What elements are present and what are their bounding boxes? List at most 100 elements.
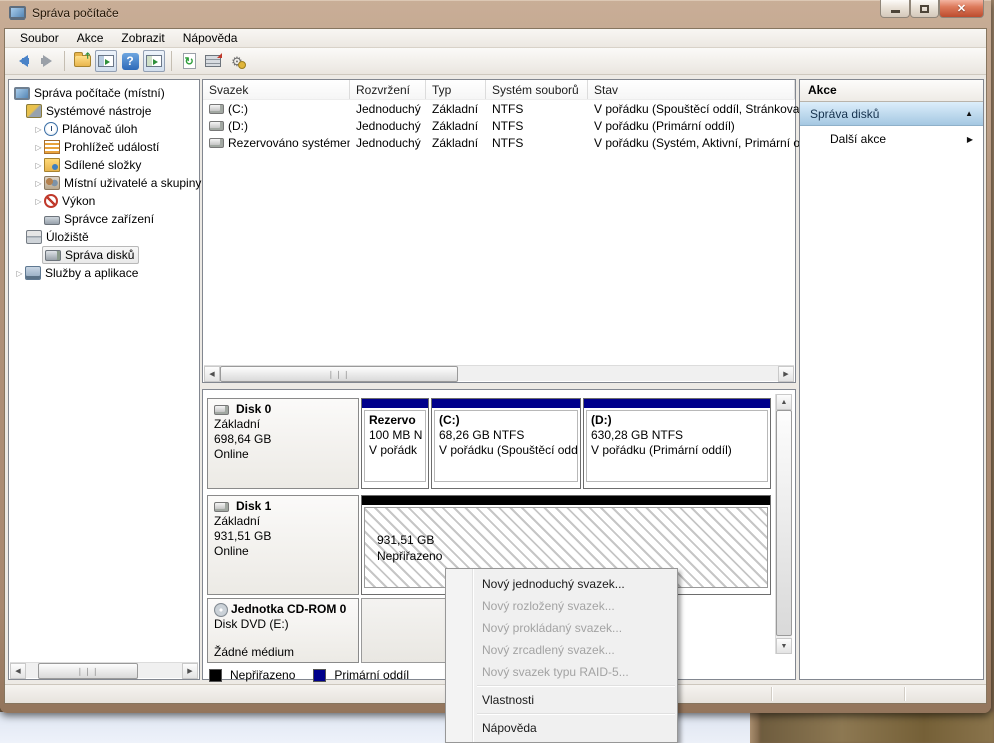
disk0-partitions: Rezervo 100 MB N V pořádk (C:) 68,26 GB … (361, 398, 771, 489)
menu-item-help[interactable]: Nápověda (446, 717, 677, 739)
disk0-info-box[interactable]: Disk 0 Základní 698,64 GB Online (207, 398, 359, 489)
disk-icon (214, 405, 229, 415)
back-button[interactable] (12, 50, 34, 72)
context-menu: Nový jednoduchý svazek... Nový rozložený… (445, 568, 678, 743)
status-bar-divider (904, 687, 905, 701)
maximize-button[interactable] (910, 0, 939, 18)
tree-item-local-users-groups[interactable]: ▷ Místní uživatelé a skupiny (9, 174, 199, 192)
column-header-stav[interactable]: Stav (588, 80, 795, 99)
expand-arrow-icon[interactable]: ▷ (33, 161, 44, 170)
scroll-right-icon[interactable]: ▶ (778, 366, 794, 382)
scroll-right-icon[interactable]: ▶ (182, 663, 198, 679)
menu-akce[interactable]: Akce (68, 29, 113, 47)
properties-icon (205, 55, 221, 67)
services-icon (25, 266, 41, 280)
show-console-tree-icon (98, 55, 114, 67)
partition-color-bar (584, 399, 770, 408)
disk1-info-box[interactable]: Disk 1 Základní 931,51 GB Online (207, 495, 359, 595)
volume-list: Svazek Rozvržení Typ Systém souborů Stav… (202, 79, 796, 383)
column-header-typ[interactable]: Typ (426, 80, 486, 99)
storage-icon (26, 230, 42, 244)
forward-button[interactable] (36, 50, 58, 72)
show-console-tree-button[interactable] (95, 50, 117, 72)
scrollbar-thumb[interactable]: ❘❘❘ (38, 663, 138, 679)
help-button[interactable]: ? (119, 50, 141, 72)
manage-button[interactable]: ⚙ (226, 50, 248, 72)
expand-arrow-icon[interactable]: ▷ (33, 125, 44, 134)
tree-item-shared-folders[interactable]: ▷ Sdílené složky (9, 156, 199, 174)
scrollbar-thumb[interactable] (776, 410, 792, 636)
tree-item-event-viewer[interactable]: ▷ Prohlížeč událostí (9, 138, 199, 156)
window-title: Správa počítače (32, 0, 119, 27)
partition-d[interactable]: (D:) 630,28 GB NTFS V pořádku (Primární … (583, 398, 771, 489)
minimize-button[interactable] (880, 0, 910, 18)
users-icon (44, 176, 60, 190)
actions-header: Akce (800, 80, 983, 102)
cd-icon (214, 603, 228, 617)
column-header-rozvrzeni[interactable]: Rozvržení (350, 80, 426, 99)
column-header-svazek[interactable]: Svazek (203, 80, 350, 99)
scroll-left-icon[interactable]: ◀ (204, 366, 220, 382)
volume-list-horizontal-scrollbar[interactable]: ◀ ▶ ❘❘❘ (204, 365, 794, 381)
menu-item-properties[interactable]: Vlastnosti (446, 689, 677, 711)
tree-item-services-applications[interactable]: ▷ Služby a aplikace (9, 264, 199, 282)
partition-c[interactable]: (C:) 68,26 GB NTFS V pořádku (Spouštěcí … (431, 398, 581, 489)
refresh-button[interactable] (178, 50, 200, 72)
actions-group-disk-management[interactable]: Správa disků ▲ (800, 102, 983, 126)
titlebar[interactable]: Správa počítače ✕ (0, 0, 991, 28)
expand-arrow-icon[interactable]: ▷ (33, 197, 44, 206)
tree-item-computer-management[interactable]: Správa počítače (místní) (9, 84, 199, 102)
tree-item-task-scheduler[interactable]: ▷ Plánovač úloh (9, 120, 199, 138)
properties-button[interactable] (202, 50, 224, 72)
tree-item-storage[interactable]: Úložiště (9, 228, 199, 246)
volume-row-d[interactable]: (D:) Jednoduchý Základní NTFS V pořádku … (203, 117, 795, 134)
partition-color-bar (432, 399, 580, 408)
tree-horizontal-scrollbar[interactable]: ◀ ▶ ❘❘❘ (10, 662, 198, 678)
app-icon (9, 6, 26, 19)
drive-icon (209, 104, 224, 114)
task-scheduler-icon (44, 122, 58, 136)
column-header-system-souboru[interactable]: Systém souborů (486, 80, 588, 99)
disk-legend: Nepřiřazeno Primární oddíl (209, 668, 409, 682)
menu-item-new-spanned-volume: Nový rozložený svazek... (446, 595, 677, 617)
tree-item-device-manager[interactable]: Správce zařízení (9, 210, 199, 228)
manage-icon: ⚙ (231, 55, 243, 68)
scroll-up-icon[interactable]: ▲ (776, 394, 792, 410)
background-window-border (750, 712, 760, 743)
menu-soubor[interactable]: Soubor (11, 29, 68, 47)
expand-arrow-icon[interactable]: ▷ (33, 179, 44, 188)
volume-row-c[interactable]: (C:) Jednoduchý Základní NTFS V pořádku … (203, 100, 795, 117)
export-list-button[interactable] (71, 50, 93, 72)
close-button[interactable]: ✕ (939, 0, 984, 18)
graphical-view-vertical-scrollbar[interactable]: ▲ ▼ (775, 394, 792, 654)
shared-folders-icon (44, 158, 60, 172)
menu-item-new-raid5-volume: Nový svazek typu RAID-5... (446, 661, 677, 683)
menubar: Soubor Akce Zobrazit Nápověda (5, 29, 986, 48)
minimize-icon (891, 10, 900, 13)
more-actions-item[interactable]: Další akce ▶ (800, 126, 983, 152)
tree-item-disk-management[interactable]: Správa disků (9, 246, 199, 264)
tree-item-system-tools[interactable]: Systémové nástroje (9, 102, 199, 120)
expand-arrow-icon[interactable]: ▷ (14, 269, 25, 278)
cdrom-info-box[interactable]: Jednotka CD-ROM 0 Disk DVD (E:) Žádné mé… (207, 598, 359, 663)
scrollbar-thumb[interactable]: ❘❘❘ (220, 366, 458, 382)
toolbar-separator (64, 51, 65, 71)
scroll-left-icon[interactable]: ◀ (10, 663, 26, 679)
menu-item-new-striped-volume: Nový prokládaný svazek... (446, 617, 677, 639)
scroll-down-icon[interactable]: ▼ (776, 638, 792, 654)
expand-arrow-icon[interactable]: ▷ (33, 143, 44, 152)
volume-row-system-reserved[interactable]: Rezervováno systémem Jednoduchý Základní… (203, 134, 795, 151)
disk-icon (214, 502, 229, 512)
menu-item-new-simple-volume[interactable]: Nový jednoduchý svazek... (446, 573, 677, 595)
show-action-pane-button[interactable] (143, 50, 165, 72)
menu-napoveda[interactable]: Nápověda (174, 29, 247, 47)
menu-zobrazit[interactable]: Zobrazit (112, 29, 173, 47)
partition-system-reserved[interactable]: Rezervo 100 MB N V pořádk (361, 398, 429, 489)
event-viewer-icon (44, 140, 60, 154)
unallocated-color-bar (362, 496, 770, 505)
tree-item-performance[interactable]: ▷ Výkon (9, 192, 199, 210)
collapse-arrow-icon[interactable]: ▲ (965, 109, 973, 118)
device-manager-icon (44, 216, 60, 225)
unallocated-swatch (209, 669, 222, 682)
desktop-wallpaper (760, 712, 994, 743)
